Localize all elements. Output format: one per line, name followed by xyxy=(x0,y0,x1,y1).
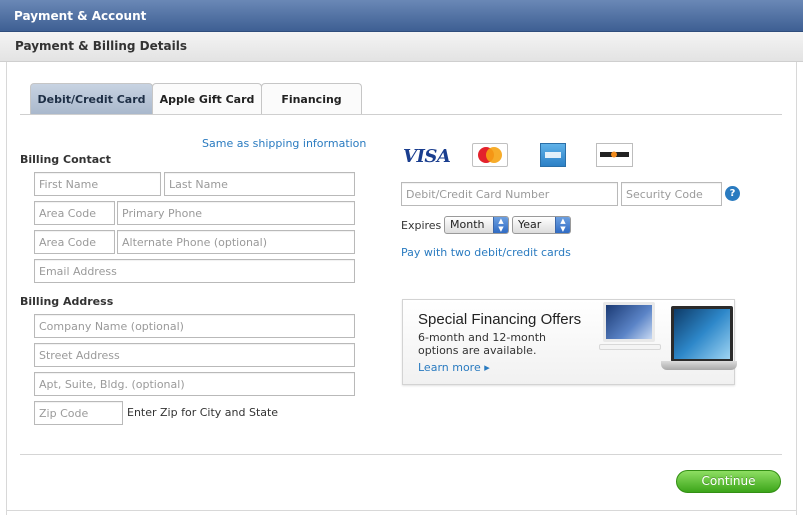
tab-divider xyxy=(20,114,782,115)
expiry-year-value: Year xyxy=(518,218,542,231)
promo-title: Special Financing Offers xyxy=(418,311,582,328)
section-header: Payment & Billing Details xyxy=(0,32,803,62)
email-field[interactable] xyxy=(34,259,355,283)
window-title-bar: Payment & Account xyxy=(0,0,803,32)
expires-label: Expires xyxy=(401,219,442,232)
promo-description: 6-month and 12-month options are availab… xyxy=(418,331,547,357)
security-code-field[interactable] xyxy=(621,182,722,206)
tab-financing[interactable]: Financing xyxy=(261,83,362,114)
panel-bottom-border xyxy=(6,510,797,511)
expiry-year-select[interactable]: Year ▲ ▼ xyxy=(512,216,571,234)
two-cards-link[interactable]: Pay with two debit/credit cards xyxy=(401,246,571,259)
alt-area-code-field[interactable] xyxy=(34,230,115,254)
expiry-month-value: Month xyxy=(450,218,485,231)
select-arrows-icon: ▲ ▼ xyxy=(555,217,570,233)
last-name-field[interactable] xyxy=(164,172,355,196)
macbook-pro-image xyxy=(671,306,733,362)
mastercard-circles-icon xyxy=(478,147,502,163)
window-title: Payment & Account xyxy=(14,9,147,23)
continue-button[interactable]: Continue xyxy=(676,470,781,493)
tab-debit-credit-card[interactable]: Debit/Credit Card xyxy=(30,83,153,114)
first-name-field[interactable] xyxy=(34,172,161,196)
tab-apple-gift-card[interactable]: Apple Gift Card xyxy=(152,83,262,114)
zip-code-field[interactable] xyxy=(34,401,123,425)
learn-more-link[interactable]: Learn more ▸ xyxy=(418,361,490,374)
amex-mark-icon xyxy=(545,152,561,158)
expiry-month-select[interactable]: Month ▲ ▼ xyxy=(444,216,509,234)
discover-mark-icon xyxy=(600,151,629,158)
discover-logo-icon xyxy=(596,143,633,167)
apt-suite-field[interactable] xyxy=(34,372,355,396)
visa-logo-icon: VISA xyxy=(403,146,451,167)
billing-contact-heading: Billing Contact xyxy=(20,153,111,166)
macbook-white-base xyxy=(599,344,661,350)
mastercard-logo-icon xyxy=(472,143,508,167)
primary-phone-field[interactable] xyxy=(117,201,355,225)
security-code-help-icon[interactable]: ? xyxy=(725,186,740,201)
card-number-field[interactable] xyxy=(401,182,618,206)
macbook-white-image xyxy=(603,302,655,342)
macbook-pro-base xyxy=(661,361,737,370)
billing-address-heading: Billing Address xyxy=(20,295,114,308)
footer-divider xyxy=(20,454,782,455)
financing-promo-banner[interactable]: Special Financing Offers 6-month and 12-… xyxy=(402,299,737,385)
street-address-field[interactable] xyxy=(34,343,355,367)
section-title: Payment & Billing Details xyxy=(15,39,187,53)
company-name-field[interactable] xyxy=(34,314,355,338)
content-panel xyxy=(6,62,797,515)
same-as-shipping-link[interactable]: Same as shipping information xyxy=(202,137,366,150)
payment-tabs: Debit/Credit Card Apple Gift Card Financ… xyxy=(30,83,362,114)
area-code-field[interactable] xyxy=(34,201,115,225)
zip-hint: Enter Zip for City and State xyxy=(127,406,279,419)
amex-logo-icon xyxy=(540,143,566,167)
alternate-phone-field[interactable] xyxy=(117,230,355,254)
select-arrows-icon: ▲ ▼ xyxy=(493,217,508,233)
